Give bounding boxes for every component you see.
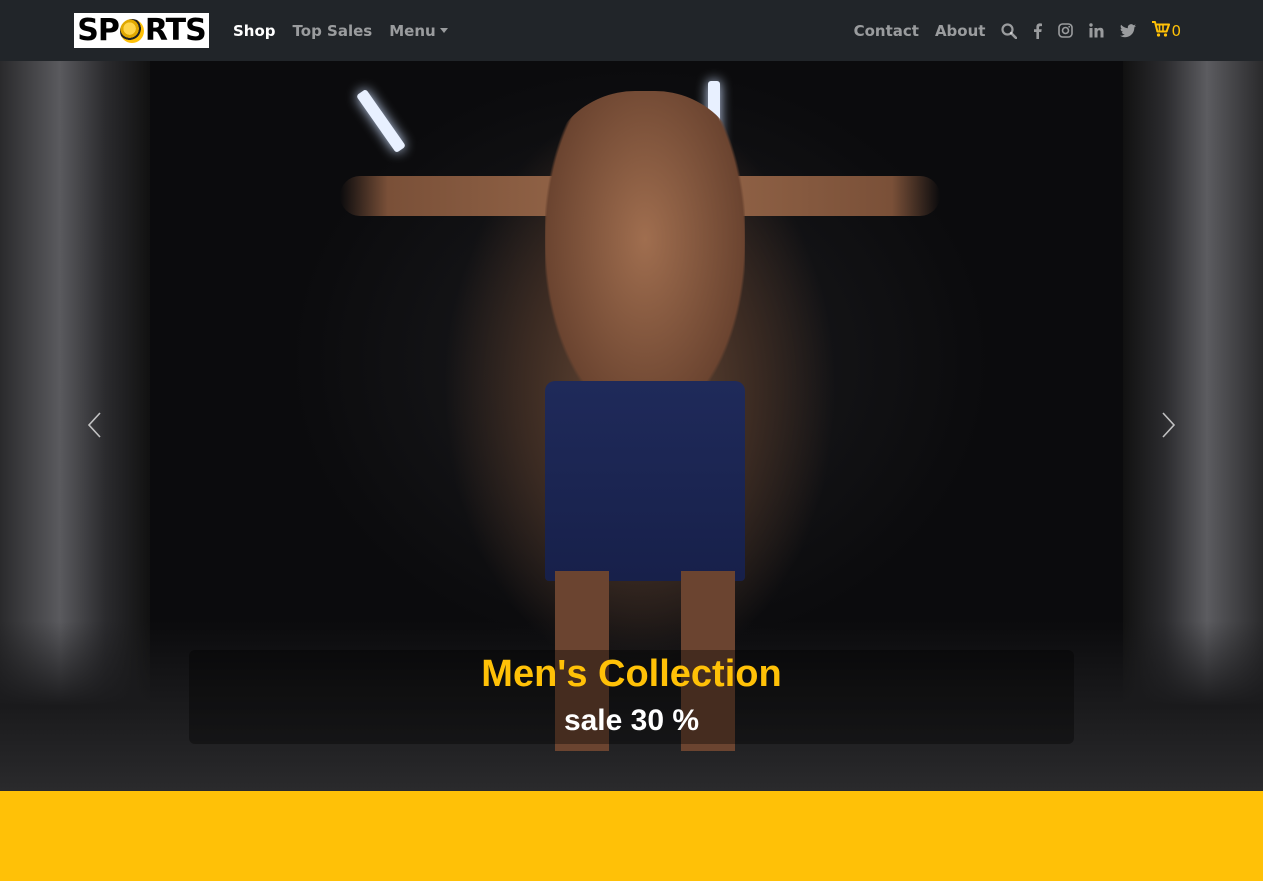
- chevron-left-icon: [80, 410, 110, 440]
- carousel-next-button[interactable]: [1153, 410, 1183, 440]
- cart-button[interactable]: 0: [1152, 20, 1181, 41]
- logo-ball-icon: [119, 18, 144, 43]
- hero-carousel: Men's Collection sale 30 %: [0, 61, 1263, 791]
- nav-link-contact[interactable]: Contact: [854, 22, 919, 40]
- caption-subtitle: sale 30 %: [563, 704, 700, 737]
- carousel-prev-button[interactable]: [80, 410, 110, 440]
- hero-photo-shorts: [545, 381, 745, 581]
- navbar: SP RTS Shop Top Sales Menu Contact About …: [0, 0, 1263, 61]
- logo-text: SP RTS: [77, 12, 206, 48]
- nav-link-top-sales[interactable]: Top Sales: [293, 22, 373, 40]
- cart-count: 0: [1171, 21, 1181, 40]
- nav-link-shop[interactable]: Shop: [233, 22, 276, 40]
- hero-photo-light: [356, 88, 406, 154]
- twitter-icon[interactable]: [1120, 23, 1137, 38]
- nav-left: Shop Top Sales Menu: [233, 0, 448, 61]
- caption-title: Men's Collection: [481, 653, 782, 695]
- nav-right: Contact About 0: [854, 0, 1181, 61]
- nav-menu-dropdown[interactable]: Menu: [389, 21, 448, 40]
- carousel-caption: Men's Collection sale 30 %: [189, 650, 1074, 744]
- cart-icon: [1152, 20, 1171, 41]
- instagram-icon[interactable]: [1058, 23, 1074, 38]
- facebook-icon[interactable]: [1033, 22, 1043, 39]
- caret-down-icon: [439, 27, 448, 33]
- linkedin-icon[interactable]: [1089, 23, 1104, 38]
- search-icon[interactable]: [1001, 22, 1018, 39]
- nav-link-about[interactable]: About: [935, 22, 986, 40]
- nav-menu-label: Menu: [389, 21, 436, 40]
- hero-photo-athlete: [545, 91, 745, 421]
- brand-logo[interactable]: SP RTS: [74, 13, 209, 48]
- accent-band: [0, 791, 1263, 881]
- chevron-right-icon: [1153, 410, 1183, 440]
